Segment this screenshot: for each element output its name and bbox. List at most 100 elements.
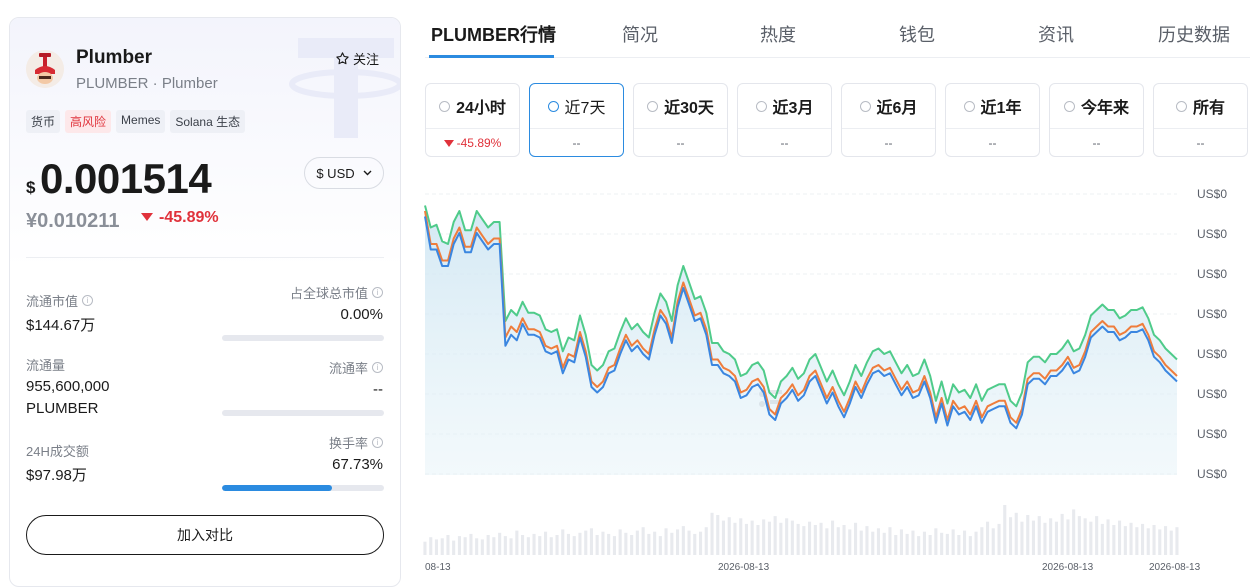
currency-select[interactable]: $ USD [304,157,384,189]
coin-logo [26,50,64,88]
volume-value: $97.98万 [26,467,87,484]
volume-bar [917,536,921,555]
tab-history[interactable]: 历史数据 [1158,21,1230,47]
period-label: 近1年 [980,100,1022,117]
info-icon[interactable]: i [372,362,383,373]
volume-bar [865,526,869,555]
add-compare-button[interactable]: 加入对比 [26,515,384,555]
currency-select-value: $ USD [316,165,355,181]
currency-symbol: $ [26,178,36,197]
period-24h[interactable]: 24小时 -45.89% [425,83,520,157]
y-tick-label: US$0 [1197,427,1227,441]
volume-bar [434,539,438,555]
volume-bar [1158,529,1162,555]
period-change: -- [676,136,685,150]
volume-bar [1164,526,1168,555]
coin-subtitle: PLUMBER · Plumber [76,75,218,92]
volume-bar [653,531,657,555]
volume-bar [813,525,817,555]
volume-bar [440,538,444,555]
tab-wallet[interactable]: 钱包 [899,21,935,47]
tag-solana[interactable]: Solana 生态 [170,110,246,133]
volume-bar [986,521,990,555]
volume-bar [899,529,903,555]
volume-bar [882,532,886,555]
circulating-unit: PLUMBER [26,400,99,417]
price-chart[interactable]: US$0 US$0 US$0 US$0 US$0 US$0 US$0 US$0 08-13 20… [420,180,1250,575]
tag-currency[interactable]: 货币 [26,110,61,133]
circulating-rate-label-text: 流通率 [328,361,368,376]
period-6m[interactable]: 近6月 -- [841,83,936,157]
volume-bar [423,541,427,555]
volume-bar [492,537,496,555]
volume-bar [561,529,565,555]
period-change-value: -45.89% [456,136,502,150]
volume-bar [997,523,1001,555]
volume-bar [928,535,932,555]
volume-bar [429,537,433,555]
volume-bar [498,532,502,555]
volume-bar [945,533,949,555]
coin-name: Plumber [76,47,153,68]
period-1y[interactable]: 近1年 -- [945,83,1040,157]
period-7d[interactable]: 近7天 -- [529,83,624,157]
turnover-label-text: 换手率 [328,436,368,451]
volume-bar [808,521,812,555]
volume-label: 24H成交额 [26,441,89,460]
price-change-value: -45.89% [159,209,219,226]
circulating-label: 流通量 [26,355,65,374]
tab-heat[interactable]: 热度 [760,21,796,47]
tab-news[interactable]: 资讯 [1038,21,1074,47]
volume-bar [991,528,995,555]
tab-market[interactable]: PLUMBER行情 [431,21,556,47]
y-tick-label: US$0 [1197,387,1227,401]
tab-overview[interactable]: 简况 [622,21,658,47]
volume-bar [831,520,835,555]
x-tick-label: 08-13 [425,562,451,573]
y-tick-label: US$0 [1197,347,1227,361]
volume-bar [521,535,525,555]
volume-bar [974,531,978,555]
market-cap-label-text: 流通市值 [26,294,79,309]
info-icon[interactable]: i [372,437,383,448]
volume-bar [819,522,823,555]
volume-bar [750,520,754,555]
volume-bar [693,533,697,555]
tag-high-risk[interactable]: 高风险 [65,110,112,133]
period-label: 近30天 [664,100,714,117]
info-icon[interactable]: i [372,287,383,298]
volume-bar [710,512,714,555]
follow-label: 关注 [353,52,380,67]
volume-bar [618,529,622,555]
volume-bar [469,533,473,555]
follow-button[interactable]: 关注 [335,49,379,68]
volume-bar [1072,509,1076,555]
volume-bar [905,533,909,555]
volume-bar [486,535,490,555]
volume-bar [1066,519,1070,555]
info-icon[interactable]: i [82,295,94,306]
volume-bar [1077,516,1081,555]
volume-bar [584,530,588,555]
volume-bar [578,532,582,555]
volume-bar [601,531,605,555]
volume-bar [515,530,519,555]
radio-icon [963,100,975,112]
period-all[interactable]: 所有 -- [1153,83,1248,157]
triangle-down-icon [141,213,153,221]
period-3m[interactable]: 近3月 -- [737,83,832,157]
period-ytd[interactable]: 今年来 -- [1049,83,1144,157]
volume-bar [1118,520,1122,555]
volume-bar [859,530,863,555]
x-axis: 08-13 2026-08-13 2026-08-13 2026-08-13 [425,562,1201,573]
volume-bar [1049,518,1053,555]
volume-bar [871,531,875,555]
volume-bar [1129,522,1133,555]
volume-bar [1095,516,1099,555]
tag-memes[interactable]: Memes [116,110,166,133]
market-cap-value: $144.67万 [26,317,96,334]
volume-bar [940,532,944,555]
global-share-progress [222,335,384,341]
period-30d[interactable]: 近30天 -- [633,83,728,157]
volume-bar [607,533,611,555]
